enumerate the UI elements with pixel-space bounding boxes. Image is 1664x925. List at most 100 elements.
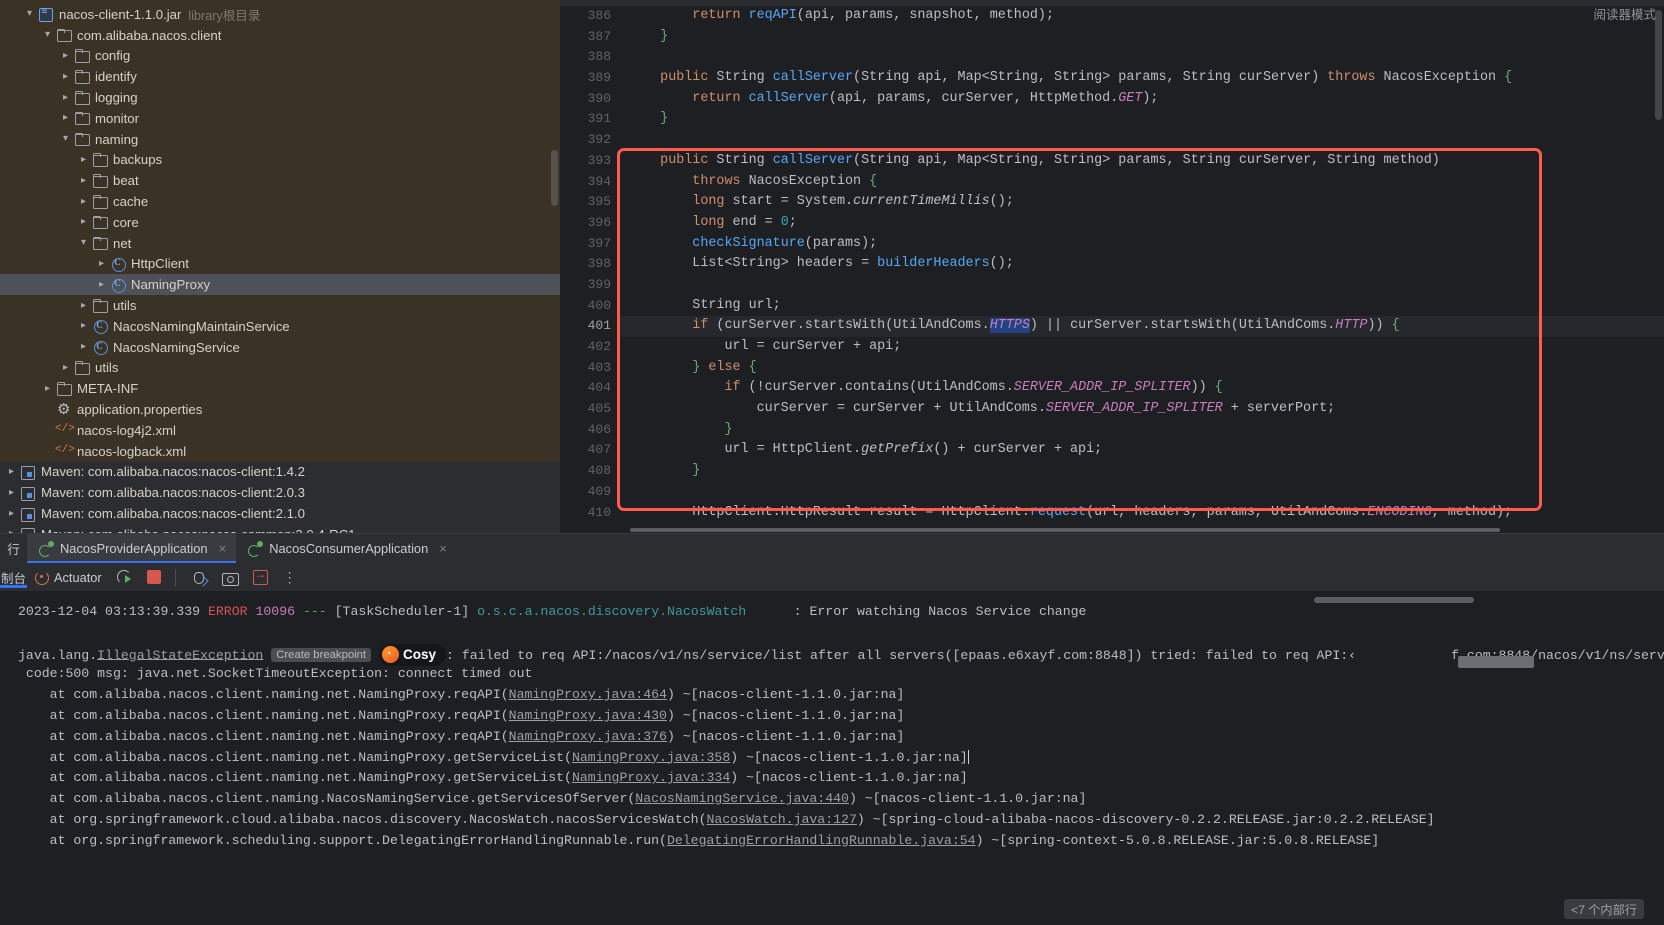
gutter-line-number[interactable]: 406	[560, 420, 620, 441]
reader-mode-label[interactable]: 阅读器模式	[1593, 4, 1656, 23]
tree-row[interactable]: application.properties	[0, 399, 560, 420]
code-line[interactable]: } else {	[620, 358, 1664, 379]
chevron-right-icon[interactable]	[4, 509, 19, 519]
tree-row[interactable]: nacos-logback.xml	[0, 441, 560, 462]
gutter-line-number[interactable]: 403	[560, 358, 620, 379]
tree-row[interactable]: cache	[0, 191, 560, 212]
actuator-button[interactable]: Actuator	[27, 565, 109, 589]
chevron-down-icon[interactable]	[76, 238, 91, 248]
gutter-line-number[interactable]: 400	[560, 296, 620, 317]
tree-row[interactable]: naming	[0, 129, 560, 150]
stack-frame-link[interactable]: DelegatingErrorHandlingRunnable.java:54	[667, 833, 976, 848]
tree-row[interactable]: com.alibaba.nacos.client	[0, 25, 560, 46]
gutter-line-number[interactable]: 396	[560, 213, 620, 234]
gutter-line-number[interactable]: 391	[560, 109, 620, 130]
chevron-down-icon[interactable]	[40, 30, 55, 40]
gutter-line-number[interactable]: 389	[560, 68, 620, 89]
stack-frame-link[interactable]: NamingProxy.java:430	[509, 708, 667, 723]
gutter-line-number[interactable]: 392	[560, 130, 620, 151]
close-icon[interactable]: ×	[435, 541, 447, 556]
gutter-line-number[interactable]: 395	[560, 192, 620, 213]
code-line[interactable]: throws NacosException {	[620, 172, 1664, 193]
gutter-line-number[interactable]: 410	[560, 503, 620, 524]
tree-row[interactable]: NacosNamingMaintainService	[0, 316, 560, 337]
tree-row[interactable]: META-INF	[0, 378, 560, 399]
tree-row-maven[interactable]: Maven: com.alibaba.nacos:nacos-common:2.…	[0, 523, 560, 533]
tree-row[interactable]: monitor	[0, 108, 560, 129]
code-line[interactable]: long start = System.currentTimeMillis();	[620, 192, 1664, 213]
gutter-line-number[interactable]: 394	[560, 172, 620, 193]
code-line[interactable]: curServer = curServer + UtilAndComs.SERV…	[620, 399, 1664, 420]
gutter-line-number[interactable]: 386	[560, 6, 620, 27]
chevron-right-icon[interactable]	[76, 176, 91, 186]
code-editor-pane[interactable]: 阅读器模式 386 387 388 389 390 391 392 393 394 395 396 3…	[560, 0, 1664, 533]
tree-row[interactable]: NacosNamingService	[0, 337, 560, 358]
gutter-line-number[interactable]: 402	[560, 337, 620, 358]
chevron-right-icon[interactable]	[58, 363, 73, 373]
editor-gutter[interactable]: 386 387 388 389 390 391 392 393 394 395 396 397 398 3…	[560, 6, 620, 533]
tree-row[interactable]: logging	[0, 87, 560, 108]
gutter-line-number[interactable]: 401	[560, 316, 620, 337]
folded-frames-chip[interactable]: <7 个内部行	[1563, 899, 1644, 919]
stack-frame-link[interactable]: NacosNamingService.java:440	[635, 791, 849, 806]
tree-row[interactable]: core	[0, 212, 560, 233]
chevron-right-icon[interactable]	[76, 155, 91, 165]
code-line[interactable]: HttpClient.HttpResult result = HttpClien…	[620, 503, 1664, 524]
console-output[interactable]: 2023-12-04 03:13:39.339 ERROR 10096 --- …	[0, 592, 1664, 925]
tree-row[interactable]: utils	[0, 358, 560, 379]
debug-button[interactable]	[183, 565, 214, 589]
tree-row-maven[interactable]: Maven: com.alibaba.nacos:nacos-client:2.…	[0, 503, 560, 524]
tree-row[interactable]: beat	[0, 170, 560, 191]
editor-code-area[interactable]: return reqAPI(api, params, snapshot, met…	[620, 6, 1664, 533]
more-options-icon[interactable]: ⋮	[275, 569, 305, 586]
tree-row[interactable]: identify	[0, 66, 560, 87]
chevron-down-icon[interactable]	[22, 9, 37, 19]
tree-row[interactable]: NamingProxy	[0, 274, 560, 296]
stack-frame-link[interactable]: NacosWatch.java:127	[707, 812, 857, 827]
exception-type[interactable]: IllegalStateException	[97, 647, 263, 662]
gutter-line-number[interactable]: 398	[560, 254, 620, 275]
cosy-badge[interactable]: Cosy	[379, 643, 447, 667]
tree-row-maven[interactable]: Maven: com.alibaba.nacos:nacos-client:2.…	[0, 482, 560, 504]
code-line[interactable]: if (!curServer.contains(UtilAndComs.SERV…	[620, 378, 1664, 399]
chevron-right-icon[interactable]	[76, 197, 91, 207]
code-line[interactable]	[620, 130, 1664, 151]
stack-frame-link[interactable]: NamingProxy.java:376	[509, 729, 667, 744]
code-line[interactable]: List<String> headers = builderHeaders();	[620, 254, 1664, 275]
gutter-line-number[interactable]: 393	[560, 151, 620, 172]
code-line[interactable]: }	[620, 461, 1664, 482]
tree-row[interactable]: HttpClient	[0, 254, 560, 275]
code-line[interactable]: url = HttpClient.getPrefix() + curServer…	[620, 440, 1664, 461]
code-line[interactable]: url = curServer + api;	[620, 337, 1664, 358]
export-button[interactable]	[245, 565, 275, 589]
chevron-right-icon[interactable]	[76, 342, 91, 352]
code-line[interactable]: return callServer(api, params, curServer…	[620, 89, 1664, 110]
chevron-right-icon[interactable]	[58, 51, 73, 61]
code-line[interactable]	[620, 482, 1664, 503]
code-line[interactable]: public String callServer(String api, Map…	[620, 151, 1664, 172]
run-tab-1[interactable]: NacosConsumerApplication ×	[236, 534, 457, 563]
gutter-line-number[interactable]: 405	[560, 399, 620, 420]
gutter-line-number[interactable]: 387	[560, 27, 620, 48]
code-line[interactable]: String url;	[620, 296, 1664, 317]
chevron-right-icon[interactable]	[94, 280, 109, 290]
create-breakpoint-chip[interactable]: Create breakpoint	[271, 647, 372, 662]
editor-horizontal-scrollbar[interactable]	[630, 528, 1500, 532]
tree-row[interactable]: backups	[0, 150, 560, 171]
tree-row[interactable]: net	[0, 233, 560, 254]
code-line[interactable]: return reqAPI(api, params, snapshot, met…	[620, 6, 1664, 27]
run-tab-0[interactable]: NacosProviderApplication ×	[27, 534, 237, 563]
tree-row[interactable]: config	[0, 46, 560, 67]
screenshot-button[interactable]	[214, 565, 245, 589]
console-scroll-indicator[interactable]	[1314, 597, 1474, 603]
editor-vertical-scrollbar[interactable]	[1655, 10, 1662, 120]
chevron-right-icon[interactable]	[76, 217, 91, 227]
chevron-right-icon[interactable]	[58, 72, 73, 82]
rerun-button[interactable]	[109, 565, 140, 589]
stack-frame-link[interactable]: NamingProxy.java:334	[572, 770, 730, 785]
code-line[interactable]: }	[620, 27, 1664, 48]
tree-vertical-scrollbar[interactable]	[551, 150, 558, 206]
gutter-line-number[interactable]: 399	[560, 275, 620, 296]
chevron-right-icon[interactable]	[4, 488, 19, 498]
tree-row[interactable]: utils	[0, 295, 560, 316]
